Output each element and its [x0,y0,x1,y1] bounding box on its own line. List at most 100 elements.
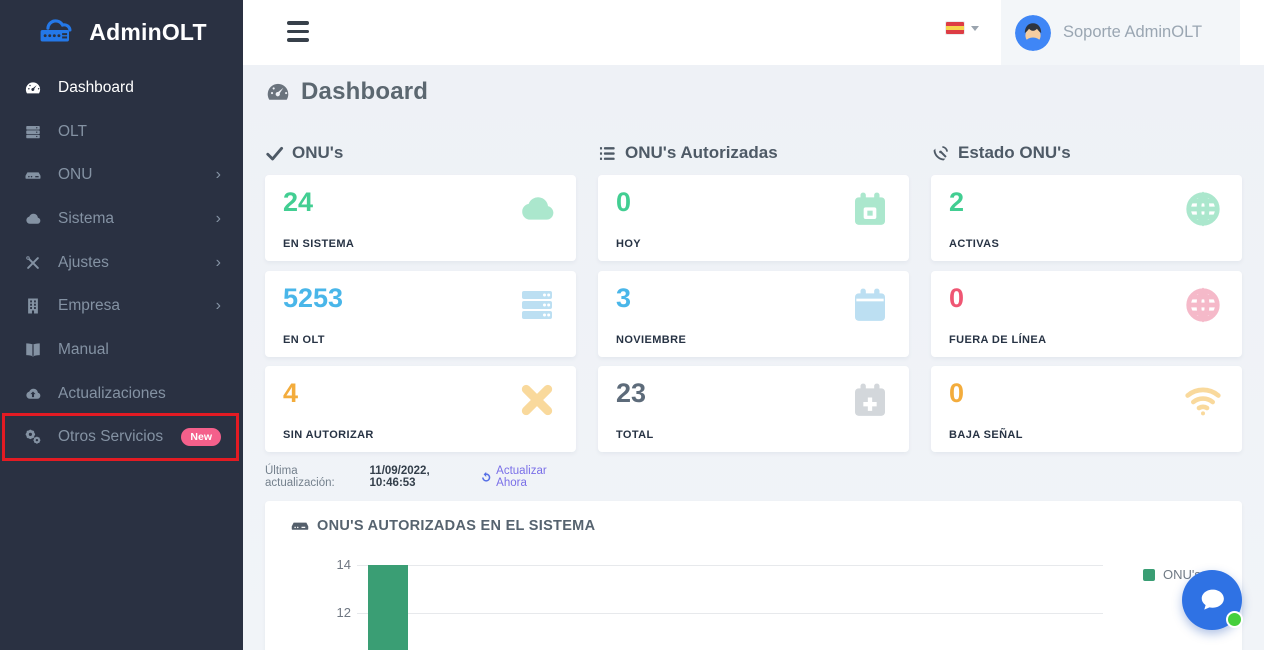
chevron-right-icon: › [216,255,221,271]
stat-label: SIN AUTORIZAR [283,429,558,441]
stat-card-total: 23 TOTAL [598,366,909,452]
server-stack-icon [514,285,558,327]
stat-card-baja-senal: 0 BAJA SEÑAL [931,366,1242,452]
last-update-datetime: 11/09/2022, 10:46:53 [370,465,474,489]
sidebar-nav: Dashboard OLT ONU › Sistema › [0,65,243,459]
x-icon [514,380,558,422]
sidebar-item-label: Empresa [58,297,216,315]
satellite-dish-icon [931,144,950,163]
sidebar-item-label: ONU [58,166,216,184]
sidebar-item-manual[interactable]: Manual [0,328,243,372]
calendar-icon [847,285,891,327]
y-axis-tick: 14 [305,557,351,572]
stat-label: EN SISTEMA [283,238,558,250]
adminolt-logo-icon [36,14,80,51]
refresh-now-link[interactable]: Actualizar Ahora [496,465,576,489]
stat-label: FUERA DE LÍNEA [949,334,1224,346]
gridline [357,565,1103,566]
stat-card-activas: 2 ACTIVAS [931,175,1242,261]
spain-flag-icon [946,22,964,34]
chart-title: ONU'S AUTORIZADAS EN EL SISTEMA [291,518,595,534]
last-update: Última actualización: 11/09/2022, 10:46:… [265,465,576,489]
cloud-icon [22,209,44,229]
app-title: AdminOLT [89,19,206,46]
chat-widget-button[interactable] [1182,570,1242,630]
check-icon [265,144,284,163]
section-header: ONU's Autorizadas [598,143,909,163]
stats-grid: ONU's 24 EN SISTEMA 5253 EN OLT [265,143,1242,489]
caret-down-icon [971,26,979,31]
gridline [357,613,1103,614]
building-icon [22,296,44,316]
chart-card: ONU'S AUTORIZADAS EN EL SISTEMA 14 12 10… [265,501,1242,650]
app-root: AdminOLT Dashboard OLT ONU › [0,0,1264,650]
wifi-icon [1180,380,1224,422]
sidebar-item-olt[interactable]: OLT [0,110,243,154]
gauge-icon [22,78,44,98]
stat-card-hoy: 0 HOY [598,175,909,261]
stat-label: BAJA SEÑAL [949,429,1224,441]
user-name: Soporte AdminOLT [1063,23,1202,42]
section-header: Estado ONU's [931,143,1242,163]
sidebar-item-ajustes[interactable]: Ajustes › [0,241,243,285]
stat-label: NOVIEMBRE [616,334,891,346]
section-header: ONU's [265,143,576,163]
sidebar-item-sistema[interactable]: Sistema › [0,197,243,241]
sidebar-item-actualizaciones[interactable]: Actualizaciones [0,372,243,416]
server-stack-icon [22,122,44,142]
chat-bubble-icon [1196,584,1228,616]
globe-icon [1180,189,1224,231]
legend-swatch [1143,569,1155,581]
section-onus: ONU's 24 EN SISTEMA 5253 EN OLT [265,143,576,489]
sidebar-item-label: OLT [58,123,221,141]
bar-onus[interactable] [368,565,408,650]
list-ol-icon [598,144,617,163]
avatar [1015,15,1051,51]
language-selector[interactable] [946,22,979,34]
stat-card-fuera-de-linea: 0 FUERA DE LÍNEA [931,271,1242,357]
stat-card-en-sistema: 24 EN SISTEMA [265,175,576,261]
refresh-icon [480,471,492,484]
stat-card-sin-autorizar: 4 SIN AUTORIZAR [265,366,576,452]
calendar-check-icon [847,189,891,231]
gears-icon [22,427,44,447]
stat-card-noviembre: 3 NOVIEMBRE [598,271,909,357]
sidebar-item-label: Manual [58,341,221,359]
tools-icon [22,253,44,273]
sidebar-item-label: Dashboard [58,79,221,97]
chevron-right-icon: › [216,211,221,227]
y-axis-tick: 12 [305,605,351,620]
sidebar-item-label: Ajustes [58,254,216,272]
stat-label: EN OLT [283,334,558,346]
sidebar-item-dashboard[interactable]: Dashboard [0,66,243,110]
onu-device-icon [291,519,309,533]
sidebar-item-otros-servicios[interactable]: Otros Servicios New [0,416,243,460]
online-status-dot [1226,611,1243,628]
sidebar-item-empresa[interactable]: Empresa › [0,284,243,328]
gauge-icon [265,79,291,105]
sidebar-item-onu[interactable]: ONU › [0,153,243,197]
stat-card-en-olt: 5253 EN OLT [265,271,576,357]
sidebar-item-label: Sistema [58,210,216,228]
sidebar-item-label: Actualizaciones [58,385,221,403]
calendar-plus-icon [847,380,891,422]
stat-label: ACTIVAS [949,238,1224,250]
cloud-upload-icon [22,384,44,404]
section-estado-onus: Estado ONU's 2 ACTIVAS 0 FUERA DE LÍNEA [931,143,1242,489]
book-icon [22,340,44,360]
chevron-right-icon: › [216,167,221,183]
cloud-icon [514,189,558,231]
menu-toggle-button[interactable] [287,21,309,42]
sidebar: AdminOLT Dashboard OLT ONU › [0,0,243,650]
app-logo[interactable]: AdminOLT [0,0,243,65]
globe-icon [1180,285,1224,327]
new-badge: New [181,428,221,446]
stat-label: TOTAL [616,429,891,441]
topbar: Soporte AdminOLT [243,0,1264,65]
section-onus-autorizadas: ONU's Autorizadas 0 HOY 3 NOVIEMBRE [598,143,909,489]
chevron-right-icon: › [216,298,221,314]
onu-device-icon [22,165,44,185]
page-title: Dashboard [265,78,1242,106]
user-menu[interactable]: Soporte AdminOLT [1001,0,1240,65]
sidebar-item-label: Otros Servicios [58,428,173,446]
